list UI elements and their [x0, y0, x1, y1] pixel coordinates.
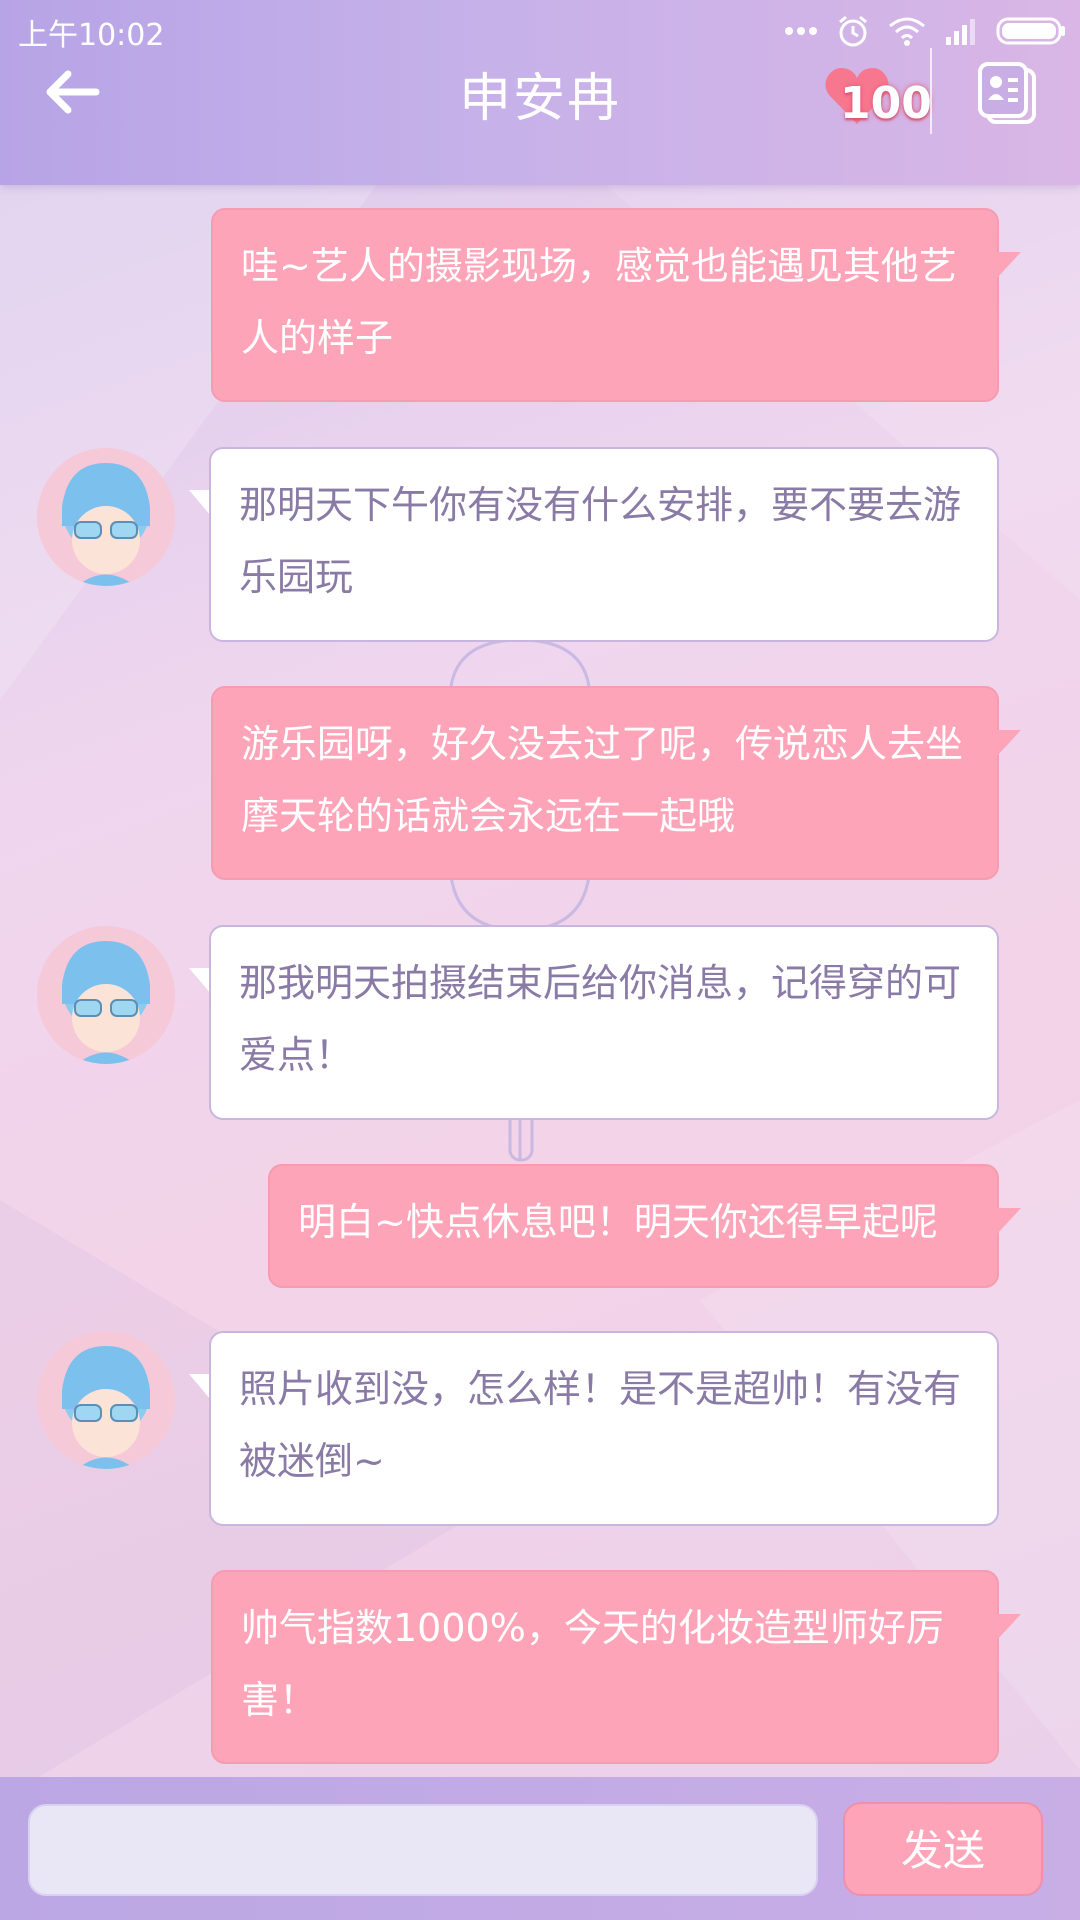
message-text: 明白~快点休息吧！明天你还得早起呢 — [298, 1200, 938, 1244]
bubble-tail — [997, 1614, 1021, 1640]
message-bubble-outgoing: 明白~快点休息吧！明天你还得早起呢 — [268, 1164, 999, 1288]
favor-badge: 100 — [822, 64, 932, 134]
message-input[interactable] — [28, 1804, 818, 1896]
message-text: 那明天下午你有没有什么安排，要不要去游乐园玩 — [239, 483, 962, 599]
message-bubble-outgoing: 哇~艺人的摄影现场，感觉也能遇见其他艺人的样子 — [211, 208, 999, 402]
composer-bar: 发送 — [0, 1777, 1080, 1920]
bubble-tail — [997, 252, 1021, 278]
message-text: 那我明天拍摄结束后给你消息，记得穿的可爱点！ — [239, 961, 962, 1077]
avatar[interactable] — [37, 448, 175, 586]
message-bubble-incoming: 照片收到没，怎么样！是不是超帅！有没有被迷倒~ — [209, 1331, 999, 1526]
status-icons — [784, 8, 1066, 54]
avatar-image — [37, 926, 175, 1064]
send-button[interactable]: 发送 — [843, 1802, 1043, 1896]
more-dots-icon — [785, 27, 817, 35]
bubble-tail — [189, 490, 211, 516]
header-divider — [930, 48, 932, 134]
message-bubble-incoming: 那我明天拍摄结束后给你消息，记得穿的可爱点！ — [209, 925, 999, 1120]
message-text: 哇~艺人的摄影现场，感觉也能遇见其他艺人的样子 — [241, 244, 957, 360]
status-time: 上午10:02 — [18, 18, 165, 53]
message-text: 照片收到没，怎么样！是不是超帅！有没有被迷倒~ — [239, 1367, 962, 1483]
favor-value: 100 — [840, 78, 932, 129]
message-bubble-outgoing: 帅气指数1000%，今天的化妆造型师好厉害！ — [211, 1570, 999, 1764]
signal-icon — [946, 19, 975, 45]
message-text: 帅气指数1000%，今天的化妆造型师好厉害！ — [241, 1606, 944, 1722]
battery-icon — [996, 17, 1065, 45]
avatar-image — [37, 448, 175, 586]
avatar[interactable] — [37, 1331, 175, 1469]
status-bar: 上午10:02 — [0, 0, 1080, 62]
app-header: 上午10:02 申安冉 100 — [0, 0, 1080, 185]
bubble-tail — [997, 1208, 1021, 1234]
message-bubble-outgoing: 游乐园呀，好久没去过了呢，传说恋人去坐摩天轮的话就会永远在一起哦 — [211, 686, 999, 880]
message-bubble-incoming: 那明天下午你有没有什么安排，要不要去游乐园玩 — [209, 447, 999, 642]
profile-card-icon[interactable] — [974, 60, 1040, 126]
alarm-icon — [839, 15, 867, 47]
message-text: 游乐园呀，好久没去过了呢，传说恋人去坐摩天轮的话就会永远在一起哦 — [241, 722, 964, 838]
bubble-tail — [189, 968, 211, 994]
bubble-tail — [997, 730, 1021, 756]
wifi-icon — [889, 17, 925, 46]
bubble-tail — [189, 1374, 211, 1400]
avatar[interactable] — [37, 926, 175, 1064]
avatar-image — [37, 1331, 175, 1469]
